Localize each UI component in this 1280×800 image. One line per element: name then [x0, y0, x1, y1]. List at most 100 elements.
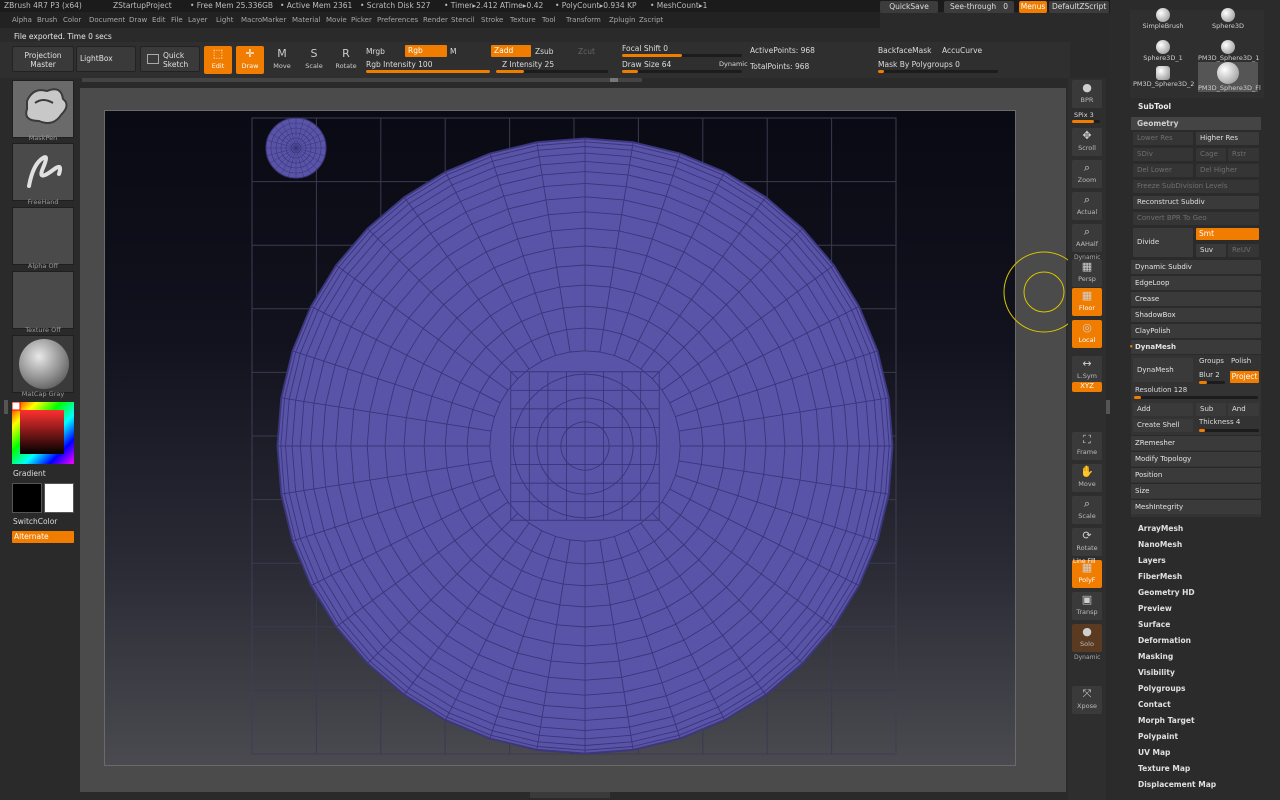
shelf-scroll-track[interactable]: [82, 78, 642, 82]
brush-slot[interactable]: [12, 80, 74, 138]
left-tray-toggle[interactable]: [4, 400, 8, 414]
alpha-slot[interactable]: [12, 207, 74, 265]
rstr-button[interactable]: Rstr: [1228, 148, 1259, 161]
scale-mode-button[interactable]: S Scale: [300, 46, 328, 74]
tool-menu-geometry-hd[interactable]: Geometry HD: [1138, 588, 1195, 597]
del-lower-button[interactable]: Del Lower: [1133, 164, 1193, 177]
scale-button[interactable]: ⌕ Scale: [1072, 496, 1102, 524]
mrgb-button[interactable]: Mrgb: [366, 47, 385, 56]
edgeloop-section[interactable]: EdgeLoop: [1131, 275, 1261, 290]
dynamic-subdiv-section[interactable]: Dynamic Subdiv: [1131, 259, 1261, 274]
frame-button[interactable]: ⛶ Frame: [1072, 432, 1102, 460]
mask-by-polygroups-slider[interactable]: [878, 70, 998, 73]
quick-sketch-button[interactable]: Quick Sketch: [140, 46, 200, 72]
subtool-thumb[interactable]: PM3D_Sphere3D_1: [1198, 40, 1259, 64]
sphere-mesh[interactable]: [276, 137, 894, 755]
menu-edit[interactable]: Edit: [152, 16, 166, 24]
default-zscript-button[interactable]: DefaultZScript: [1049, 1, 1109, 13]
m-button[interactable]: M: [450, 47, 456, 56]
menu-brush[interactable]: Brush: [37, 16, 57, 24]
menu-movie[interactable]: Movie: [326, 16, 347, 24]
tool-menu-deformation[interactable]: Deformation: [1138, 636, 1191, 645]
rgb-button[interactable]: Rgb: [405, 45, 447, 57]
main-color-swatch[interactable]: [12, 483, 42, 513]
tool-menu-surface[interactable]: Surface: [1138, 620, 1170, 629]
shadowbox-section[interactable]: ShadowBox: [1131, 307, 1261, 322]
thickness-slider[interactable]: [1199, 429, 1259, 432]
blur-slider[interactable]: [1199, 381, 1225, 384]
menu-color[interactable]: Color: [63, 16, 81, 24]
tool-menu-displacement-map[interactable]: Displacement Map: [1138, 780, 1216, 789]
dynamesh-button[interactable]: DynaMesh: [1133, 358, 1193, 382]
tool-menu-masking[interactable]: Masking: [1138, 652, 1173, 661]
menu-tool[interactable]: Tool: [542, 16, 556, 24]
floor-button[interactable]: ▦ Floor: [1072, 288, 1102, 316]
project-toggle[interactable]: Project: [1230, 371, 1259, 383]
menu-texture[interactable]: Texture: [510, 16, 536, 24]
menu-light[interactable]: Light: [216, 16, 233, 24]
zsub-button[interactable]: Zsub: [535, 47, 554, 56]
projection-master-button[interactable]: Projection Master: [12, 46, 74, 72]
and-button[interactable]: And: [1228, 403, 1259, 416]
polish-toggle[interactable]: Polish: [1231, 357, 1251, 365]
tool-menu-polygroups[interactable]: Polygroups: [1138, 684, 1186, 693]
sub-button[interactable]: Sub: [1196, 403, 1226, 416]
tool-menu-visibility[interactable]: Visibility: [1138, 668, 1175, 677]
menu-file[interactable]: File: [171, 16, 183, 24]
dynamic-size-toggle[interactable]: Dynamic: [719, 60, 748, 68]
tool-menu-polypaint[interactable]: Polypaint: [1138, 732, 1178, 741]
tool-menu-fibermesh[interactable]: FiberMesh: [1138, 572, 1182, 581]
xpose-button[interactable]: ⤧ Xpose: [1072, 686, 1102, 714]
shelf-scroll-handle[interactable]: [610, 78, 618, 82]
subtool-section[interactable]: SubTool: [1138, 102, 1171, 111]
xyz-button[interactable]: ⟲XYZ: [1072, 382, 1102, 392]
focal-shift-slider[interactable]: [622, 54, 742, 57]
draw-mode-button[interactable]: ✛ Draw: [236, 46, 264, 74]
create-shell-button[interactable]: Create Shell: [1133, 419, 1193, 432]
subtool-thumb[interactable]: PM3D_Sphere3D_Fl: [1198, 62, 1261, 92]
z-intensity-slider[interactable]: [496, 70, 608, 73]
aahalf-button[interactable]: ⌕ AAHalf: [1072, 224, 1102, 252]
menus-toggle[interactable]: Menus: [1019, 1, 1047, 13]
tool-menu-uv-map[interactable]: UV Map: [1138, 748, 1170, 757]
alternate-button[interactable]: Alternate: [12, 531, 74, 543]
color-picker[interactable]: [11, 401, 74, 464]
menu-layer[interactable]: Layer: [188, 16, 208, 24]
menu-stroke[interactable]: Stroke: [481, 16, 503, 24]
tool-menu-texture-map[interactable]: Texture Map: [1138, 764, 1190, 773]
menu-render[interactable]: Render: [423, 16, 448, 24]
bpr-button[interactable]: ● BPR: [1072, 80, 1102, 108]
size-section[interactable]: Size: [1131, 483, 1261, 498]
sdiv-slider[interactable]: SDiv: [1133, 148, 1193, 161]
backface-mask-button[interactable]: BackfaceMask: [878, 46, 932, 55]
menu-marker[interactable]: Marker: [262, 16, 286, 24]
suv-toggle[interactable]: Suv: [1196, 244, 1226, 257]
menu-draw[interactable]: Draw: [129, 16, 147, 24]
tool-menu-nanomesh[interactable]: NanoMesh: [1138, 540, 1182, 549]
higher-res-button[interactable]: Higher Res: [1196, 132, 1259, 145]
zadd-button[interactable]: Zadd: [491, 45, 531, 57]
dynamesh-section[interactable]: • DynaMesh: [1129, 339, 1261, 354]
lsym-button[interactable]: ↔ L.Sym: [1072, 356, 1102, 384]
meshintegrity-section[interactable]: MeshIntegrity: [1131, 499, 1261, 514]
menu-zscript[interactable]: Zscript: [639, 16, 663, 24]
local-button[interactable]: ◎ Local: [1072, 320, 1102, 348]
edit-mode-button[interactable]: ⬚ Edit: [204, 46, 232, 74]
viewport-svg[interactable]: [104, 110, 1016, 766]
accucurve-button[interactable]: AccuCurve: [942, 46, 982, 55]
menu-transform[interactable]: Transform: [566, 16, 601, 24]
subtool-thumb[interactable]: PM3D_Sphere3D_2: [1133, 66, 1194, 90]
smt-toggle[interactable]: Smt: [1196, 228, 1259, 240]
groups-toggle[interactable]: Groups: [1199, 357, 1224, 365]
gradient-toggle[interactable]: Gradient: [13, 469, 46, 478]
tool-menu-arraymesh[interactable]: ArrayMesh: [1138, 524, 1183, 533]
reconstruct-subdiv-button[interactable]: Reconstruct Subdiv: [1133, 196, 1259, 209]
position-section[interactable]: Position: [1131, 467, 1261, 482]
scroll-button[interactable]: ✥ Scroll: [1072, 128, 1102, 156]
menu-material[interactable]: Material: [292, 16, 320, 24]
menu-zplugin[interactable]: Zplugin: [609, 16, 635, 24]
rgb-intensity-slider[interactable]: [366, 70, 490, 73]
rotate-mode-button[interactable]: R Rotate: [332, 46, 360, 74]
menu-preferences[interactable]: Preferences: [377, 16, 418, 24]
add-button[interactable]: Add: [1133, 403, 1193, 416]
